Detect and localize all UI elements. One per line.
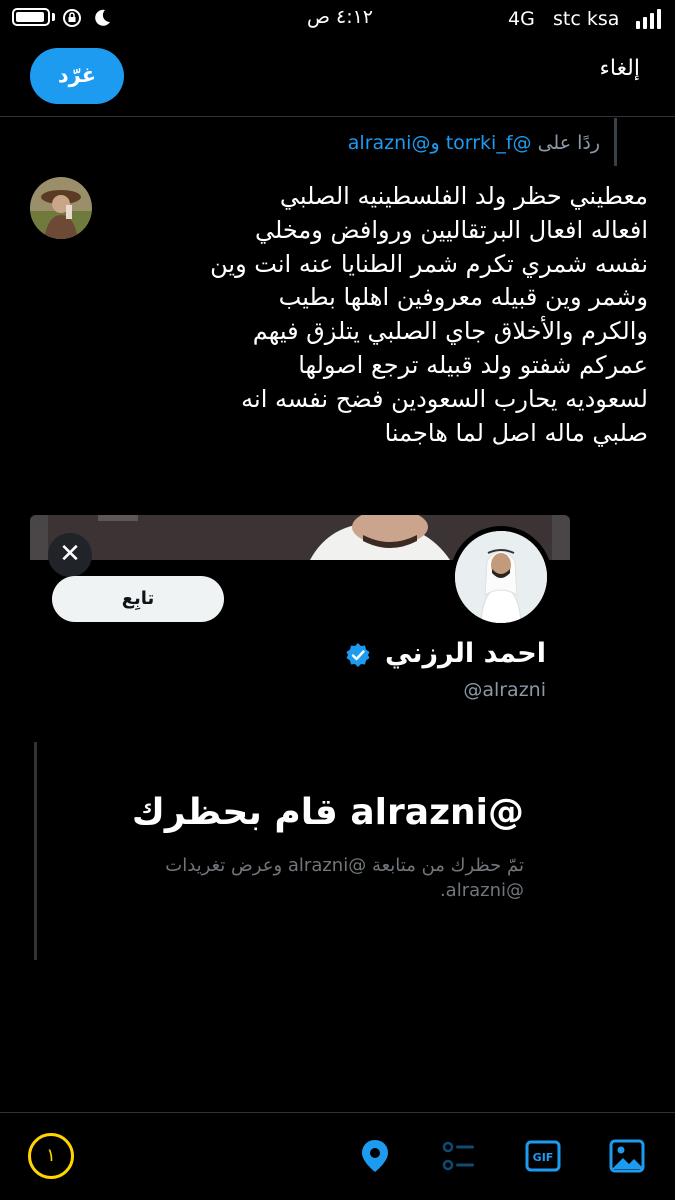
status-bar: ٤:١٢ ص 4G stc ksa	[0, 0, 675, 38]
battery-icon	[12, 8, 50, 26]
cancel-button[interactable]: إلغاء	[560, 56, 640, 81]
compose-line: والكرم والأخلاق جاي الصلبي يتلزق فيهم	[252, 317, 648, 346]
image-icon[interactable]	[609, 1138, 645, 1174]
compose-textarea[interactable]: معطيني حظر ولد الفلسطينيه الصلبي افعاله …	[100, 180, 648, 450]
blocked-description: تمّ حظرك من متابعة @alrazni وعرض تغريدات…	[165, 855, 524, 901]
status-time: ٤:١٢ ص	[306, 6, 374, 28]
compose-line: لسعوديه يحارب السعودين فضح نفسه انه	[241, 384, 648, 413]
compose-line: عمركم شفتو ولد قبيله ترجع اصولها	[298, 350, 648, 379]
replying-to: ردًا على @torrki_f و@alrazni	[200, 132, 600, 154]
compose-line: وشمر وين قبيله معروفين اهلها بطيب	[278, 283, 648, 312]
toolbar-divider	[0, 1112, 675, 1113]
moon-icon	[95, 9, 110, 26]
profile-handle: @alrazni	[463, 679, 546, 701]
battery-tip	[52, 13, 55, 21]
blocked-title: @alrazni قام بحظرك	[131, 792, 524, 833]
close-card-button[interactable]: ✕	[48, 533, 92, 577]
gif-label: GIF	[533, 1151, 554, 1164]
reply-user-alrazni[interactable]: @alrazni	[348, 132, 431, 154]
tweet-button[interactable]: غرّد	[30, 48, 124, 104]
notice-divider	[34, 742, 37, 960]
profile-name: احمد الرزني	[385, 638, 546, 669]
verified-badge-icon	[346, 643, 370, 667]
rotation-lock-icon	[63, 9, 81, 27]
follow-button[interactable]: تابِع	[52, 576, 224, 622]
replying-to-prefix: ردًا على	[537, 132, 600, 154]
compose-line: صلبي ماله اصل لما هاجمنا	[384, 418, 648, 447]
compose-line: نفسه شمري تكرم شمر الطنايا عنه انت وين	[210, 249, 648, 278]
signal-icon	[636, 9, 664, 29]
header-divider	[0, 116, 675, 117]
network-type: 4G	[508, 8, 535, 30]
thread-line	[614, 118, 617, 166]
reply-user-torrki[interactable]: @torrki_f	[446, 132, 532, 154]
char-counter: ١	[28, 1133, 74, 1179]
close-icon: ✕	[59, 539, 81, 569]
poll-icon[interactable]	[441, 1138, 477, 1174]
gif-icon[interactable]: GIF	[525, 1138, 561, 1174]
my-avatar[interactable]	[30, 177, 92, 239]
compose-line: افعاله افعال البرتقاليين وروافض ومخلي	[254, 215, 648, 244]
reply-conjunction: و	[430, 132, 440, 154]
compose-line: معطيني حظر ولد الفلسطينيه الصلبي	[279, 182, 648, 210]
location-icon[interactable]	[357, 1138, 393, 1174]
carrier-name: stc ksa	[553, 8, 620, 30]
profile-avatar[interactable]	[450, 526, 552, 628]
